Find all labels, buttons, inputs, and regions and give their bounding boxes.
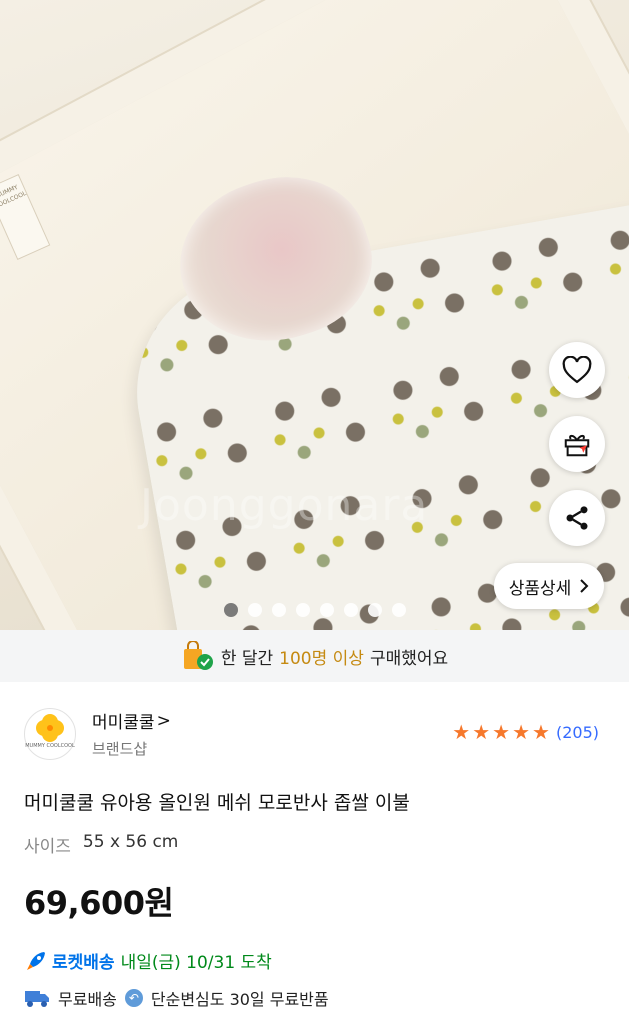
gift-button[interactable]	[549, 416, 605, 472]
carousel-dot[interactable]	[391, 603, 406, 617]
carousel-dot[interactable]	[295, 603, 310, 617]
watermark: Joonggonara	[140, 480, 429, 531]
promo-prefix: 한 달간	[220, 648, 274, 669]
brand-logo[interactable]: MUMMY COOLCOOL	[24, 708, 76, 760]
size-option: 사이즈 55 x 56 cm	[24, 832, 178, 857]
carousel-dot[interactable]	[367, 603, 382, 617]
rating-summary[interactable]: ★ ★ ★ ★ ★ (205)	[452, 722, 599, 742]
star-icon: ★	[452, 720, 471, 744]
rocket-badge: 로켓배송	[24, 948, 115, 973]
gift-icon	[564, 434, 590, 457]
carousel-dot[interactable]	[319, 603, 334, 617]
promo-suffix: 구매했어요	[369, 648, 449, 669]
chevron-right-icon	[580, 579, 589, 593]
heart-icon	[562, 356, 592, 384]
carousel-dot[interactable]	[271, 603, 286, 617]
product-image-carousel[interactable]: MUMMY COOLCOOL Joonggonara 상품상세	[0, 0, 629, 630]
star-icon: ★	[472, 720, 491, 744]
product-detail-label: 상품상세	[508, 578, 572, 599]
carousel-dot[interactable]	[247, 603, 262, 617]
truck-icon	[25, 991, 49, 1007]
brand-shop-label: 브랜드샵	[92, 740, 148, 758]
carousel-dot[interactable]	[343, 603, 358, 617]
flower-icon	[41, 719, 59, 737]
rocket-icon	[27, 951, 45, 970]
chevron-right-icon: >	[156, 710, 171, 731]
shipping-policy-row: 무료배송 ↶ 단순변심도 30일 무료반품	[24, 986, 329, 1010]
promo-highlight: 100명 이상	[279, 648, 364, 669]
carousel-dot[interactable]	[223, 603, 238, 617]
wishlist-button[interactable]	[549, 342, 605, 398]
brand-name: 머미쿨쿨	[92, 713, 155, 733]
carousel-indicator	[0, 600, 629, 620]
size-value: 55 x 56 cm	[82, 832, 179, 852]
arrival-date: 내일(금) 10/31 도착	[120, 953, 272, 973]
brand-logo-text: MUMMY COOLCOOL	[25, 743, 75, 749]
size-label: 사이즈	[24, 837, 71, 857]
shopping-bag-icon	[183, 641, 213, 670]
brand-link[interactable]: 머미쿨쿨 >	[92, 708, 171, 734]
review-count: (205)	[555, 722, 599, 742]
rocket-label: 로켓배송	[52, 953, 115, 973]
star-icon: ★	[512, 720, 531, 744]
brand-row: MUMMY COOLCOOL 머미쿨쿨 > 브랜드샵 ★ ★ ★ ★ ★ (20…	[24, 708, 605, 764]
rocket-delivery-row: 로켓배송 내일(금) 10/31 도착	[24, 948, 272, 973]
star-icon: ★	[532, 720, 550, 744]
return-policy-label: 단순변심도 30일 무료반품	[150, 990, 329, 1009]
return-icon: ↶	[124, 989, 143, 1007]
product-price: 69,600원	[24, 884, 174, 922]
share-icon	[566, 506, 588, 530]
product-title: 머미쿨쿨 유아용 올인원 메쉬 모로반사 좁쌀 이불	[24, 792, 410, 814]
purchase-count-banner: 한 달간 100명 이상 구매했어요	[0, 630, 629, 682]
share-button[interactable]	[549, 490, 605, 546]
free-shipping-label: 무료배송	[58, 990, 117, 1009]
star-icon: ★	[492, 720, 511, 744]
